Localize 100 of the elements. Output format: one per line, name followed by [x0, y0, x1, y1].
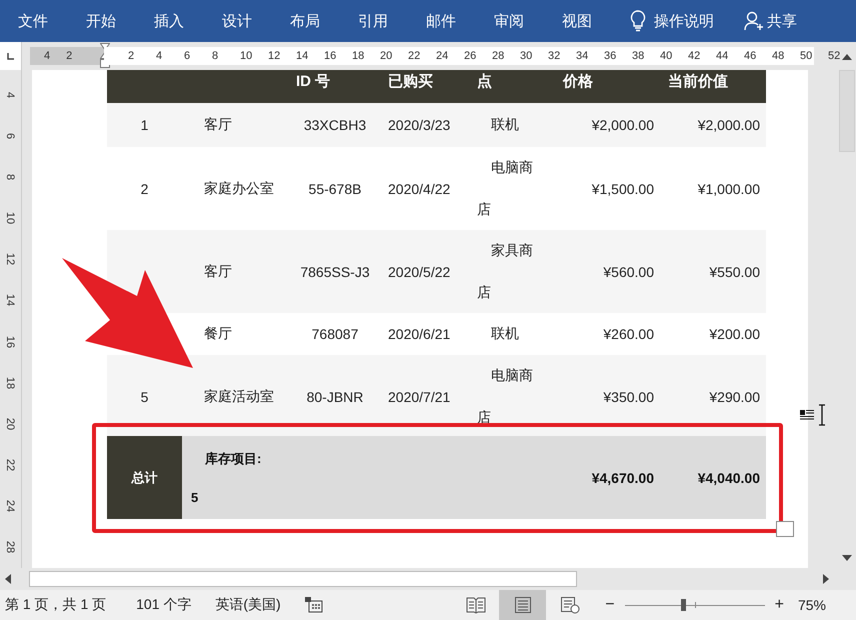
table-cell-text: 联机: [490, 324, 520, 344]
ruler-number: 20: [380, 50, 394, 62]
ruler-number: 4: [156, 50, 164, 62]
table-cell-text: 客厅: [203, 116, 233, 134]
table-cell-text: 1: [140, 117, 150, 133]
ruler-number: 12: [268, 50, 282, 62]
zoom-in-button[interactable]: +: [770, 596, 788, 614]
web-layout-icon: [560, 596, 580, 614]
items-count: 5: [191, 490, 200, 505]
layout-options-icon[interactable]: [800, 404, 828, 426]
column-header: ID 号: [295, 72, 332, 91]
table-cell-text: ¥550.00: [708, 264, 761, 280]
ruler-number: 50: [800, 50, 814, 62]
column-header: 价格: [562, 72, 594, 91]
ruler-number: 28: [492, 50, 506, 62]
column-header: 当前价值: [667, 72, 729, 91]
value-total: ¥4,040.00: [696, 468, 761, 488]
table-cell-text: 2020/7/21: [387, 388, 452, 404]
macro-icon[interactable]: [304, 597, 323, 613]
ribbon-tab[interactable]: 引用: [358, 12, 426, 30]
ribbon-tab[interactable]: 插入: [154, 12, 222, 30]
column-header: 已购买: [387, 72, 434, 91]
tab-stop-icon[interactable]: [6, 52, 15, 60]
page-count[interactable]: 第 1 页，共 1 页: [5, 596, 106, 614]
view-button[interactable]: [499, 590, 546, 620]
scroll-down-icon[interactable]: [842, 555, 852, 562]
ruler-number: 46: [744, 50, 758, 62]
scroll-right-icon[interactable]: [823, 574, 830, 584]
price-total: ¥4,670.00: [590, 468, 655, 488]
ruler-number: 18: [352, 50, 366, 62]
ribbon-tab[interactable]: 设计: [222, 12, 290, 30]
scroll-left-icon[interactable]: [4, 574, 11, 584]
ruler-number: 18: [4, 376, 16, 389]
ruler-number: 2: [128, 50, 136, 62]
zoom-slider[interactable]: [624, 599, 765, 611]
share-button[interactable]: 共享: [744, 11, 797, 31]
ribbon-tab[interactable]: 视图: [562, 12, 630, 30]
items-label: 库存项目:: [204, 450, 262, 468]
ruler-number: 8: [212, 50, 220, 62]
ruler-number: 52: [828, 50, 840, 62]
ruler-number: 24: [4, 500, 16, 512]
table-cell-text: 家庭办公室: [203, 180, 275, 198]
ruler-number: 36: [604, 50, 618, 62]
table-cell-text: ¥1,000.00: [696, 180, 761, 196]
ruler-number: 14: [4, 294, 16, 307]
ruler-number: 4: [44, 50, 50, 62]
slider-thumb[interactable]: [681, 599, 686, 611]
ribbon-tab[interactable]: 布局: [290, 12, 358, 30]
lightbulb-icon[interactable]: [630, 10, 646, 32]
scroll-up-icon[interactable]: [842, 52, 852, 60]
ribbon-tab[interactable]: 邮件: [426, 12, 494, 30]
scroll-thumb[interactable]: [29, 571, 577, 587]
ribbon-tab[interactable]: 文件: [18, 12, 86, 30]
ruler-number: 38: [632, 50, 646, 62]
table-cell-text: 电脑商店: [476, 366, 534, 426]
ruler-number: 34: [576, 50, 590, 62]
table-cell-text: ¥350.00: [602, 388, 655, 404]
person-add-icon: [744, 11, 764, 31]
ruler-number: 8: [4, 174, 16, 180]
ruler-number: 42: [688, 50, 702, 62]
table-cell-text: 2020/4/22: [387, 180, 452, 196]
table-cell-text: 2020/3/23: [387, 117, 452, 133]
ruler-number: 22: [408, 50, 422, 62]
ribbon-tab[interactable]: 开始: [86, 12, 154, 30]
language-indicator[interactable]: 英语(美国): [215, 596, 281, 614]
table-cell-text: 电脑商店: [476, 158, 534, 218]
ribbon-tab[interactable]: 审阅: [494, 12, 562, 30]
ruler-number: 10: [4, 212, 16, 224]
table-cell-text: ¥290.00: [708, 388, 761, 404]
table-cell-text: 家庭活动室: [203, 388, 275, 406]
zoom-out-button[interactable]: −: [601, 596, 619, 614]
tell-me-field[interactable]: 操作说明: [654, 12, 714, 30]
ruler-number: 30: [520, 50, 534, 62]
ruler-number: 48: [772, 50, 786, 62]
table-cell-text: ¥1,500.00: [590, 180, 655, 196]
table-cell-text: 餐厅: [203, 325, 233, 343]
table-cell-text: 33XCBH3: [302, 117, 368, 133]
column-header: 点: [476, 72, 493, 91]
ruler-number: 32: [548, 50, 562, 62]
ruler-number: 40: [660, 50, 674, 62]
ruler-number: 12: [4, 253, 16, 266]
zoom-level[interactable]: 75%: [798, 597, 826, 613]
indent-marker-icon[interactable]: [100, 43, 110, 69]
table-resize-handle[interactable]: [776, 521, 794, 537]
table-cell-text: 2020/5/22: [387, 264, 452, 280]
word-count[interactable]: 101 个字: [136, 596, 192, 614]
ruler-number: 20: [4, 418, 16, 430]
ruler-number: 14: [296, 50, 310, 62]
scroll-thumb[interactable]: [839, 70, 855, 152]
ruler-number: 28: [4, 541, 16, 554]
print-layout-icon: [514, 596, 532, 614]
total-label: 总计: [107, 436, 182, 519]
ruler-number: 6: [4, 132, 16, 139]
ruler-number: 16: [4, 335, 16, 348]
ruler-number: 16: [324, 50, 338, 62]
table-cell-text: 55-678B: [308, 180, 362, 196]
ruler-number: 26: [464, 50, 478, 62]
table-cell-text: ¥2,000.00: [696, 117, 761, 133]
ruler-number: 6: [184, 50, 192, 62]
ruler-number: 24: [436, 50, 450, 62]
